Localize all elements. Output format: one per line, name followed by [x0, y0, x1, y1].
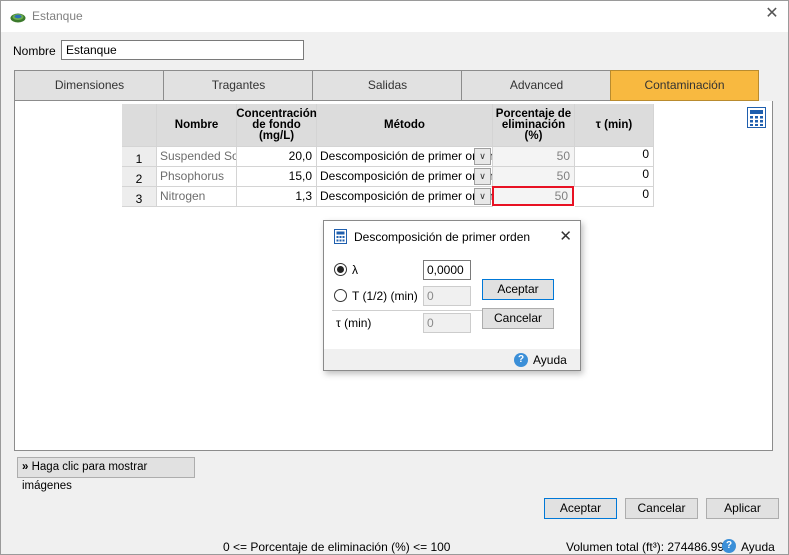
half-life-input[interactable] [423, 286, 471, 306]
lambda-input[interactable] [423, 260, 471, 280]
chevron-down-icon[interactable]: ∨ [474, 168, 491, 185]
tau-label: τ (min) [336, 316, 372, 330]
half-life-label: T (1/2) (min) [352, 289, 418, 303]
method-select[interactable]: Descomposición de primer orden ∨ [317, 147, 493, 167]
concentration-cell[interactable]: 15,0 [237, 167, 317, 187]
tab-tragantes[interactable]: Tragantes [163, 70, 313, 101]
row-number: 2 [122, 167, 157, 187]
tab-advanced[interactable]: Advanced [461, 70, 611, 101]
header-nombre: Nombre [157, 104, 237, 147]
tau-input[interactable] [423, 313, 471, 333]
dialog-help-link[interactable]: Ayuda [533, 353, 567, 367]
dialog-separator [332, 310, 492, 311]
pollutant-name: Suspended Soli [157, 147, 237, 167]
method-value: Descomposición de primer orden [320, 149, 493, 163]
method-value: Descomposición de primer orden [320, 189, 493, 203]
half-life-radio[interactable] [334, 289, 347, 302]
removal-percent-cell-invalid[interactable]: 50 [492, 186, 574, 206]
table-corner [122, 104, 157, 147]
pollutant-name: Nitrogen [157, 187, 237, 207]
volume-status: Volumen total (ft³): 274486.998 [566, 540, 731, 554]
storage-unit-icon [10, 13, 26, 23]
help-link[interactable]: Ayuda [741, 540, 775, 554]
dialog-footer: ? Ayuda [324, 349, 580, 370]
pollutant-name: Phsophorus [157, 167, 237, 187]
tab-contaminacion[interactable]: Contaminación [610, 70, 759, 101]
ok-button[interactable]: Aceptar [544, 498, 617, 519]
help-icon[interactable]: ? [514, 353, 528, 367]
header-metodo: Método [317, 104, 493, 147]
dialog-cancel-button[interactable]: Cancelar [482, 308, 554, 329]
show-images-label: Haga clic para mostrar imágenes [22, 461, 148, 492]
dialog-title-bar: Descomposición de primer orden ✕ [324, 221, 580, 251]
chevron-down-icon[interactable]: ∨ [474, 148, 491, 165]
concentration-cell[interactable]: 1,3 [237, 187, 317, 207]
tab-salidas[interactable]: Salidas [312, 70, 462, 101]
concentration-cell[interactable]: 20,0 [237, 147, 317, 167]
name-input[interactable] [61, 40, 304, 60]
tau-cell[interactable]: 0 [575, 167, 654, 187]
title-bar: Estanque ✕ [1, 1, 788, 32]
cancel-button[interactable]: Cancelar [625, 498, 698, 519]
calculator-icon [334, 229, 347, 244]
close-icon[interactable]: ✕ [764, 6, 780, 22]
header-concentracion: Concentración de fondo (mg/L) [236, 104, 317, 147]
header-tau: τ (min) [575, 104, 654, 147]
row-number: 1 [122, 147, 157, 167]
double-chevron-down-icon: » [22, 461, 29, 473]
close-icon[interactable]: ✕ [559, 227, 572, 245]
removal-percent-cell[interactable]: 50 [493, 147, 575, 167]
help-icon[interactable]: ? [722, 539, 736, 553]
lambda-radio[interactable] [334, 263, 347, 276]
apply-button[interactable]: Aplicar [706, 498, 779, 519]
lambda-label: λ [352, 263, 358, 277]
decay-dialog: Descomposición de primer orden ✕ λ T (1/… [323, 220, 581, 371]
method-select[interactable]: Descomposición de primer orden ∨ [317, 167, 493, 187]
removal-percent-cell[interactable]: 50 [493, 167, 575, 187]
dialog-ok-button[interactable]: Aceptar [482, 279, 554, 300]
constraint-status: 0 <= Porcentaje de eliminación (%) <= 10… [223, 540, 451, 554]
dialog-title: Descomposición de primer orden [354, 230, 531, 244]
row-number: 3 [122, 187, 157, 207]
tau-cell[interactable]: 0 [575, 187, 654, 207]
name-label: Nombre [13, 44, 56, 58]
tab-strip: Dimensiones Tragantes Salidas Advanced C… [14, 70, 773, 101]
dialog-body: λ T (1/2) (min) τ (min) Aceptar Cancelar [324, 251, 580, 349]
tab-dimensiones[interactable]: Dimensiones [14, 70, 164, 101]
properties-window: Estanque ✕ Nombre Dimensiones Tragantes … [0, 0, 789, 555]
calculator-icon[interactable] [747, 107, 766, 128]
method-select[interactable]: Descomposición de primer orden ∨ [317, 187, 493, 207]
chevron-down-icon[interactable]: ∨ [474, 188, 491, 205]
method-value: Descomposición de primer orden [320, 169, 493, 183]
tau-cell[interactable]: 0 [575, 147, 654, 167]
window-title: Estanque [32, 9, 83, 23]
show-images-button[interactable]: » Haga clic para mostrar imágenes [17, 457, 195, 492]
header-porcentaje: Porcentaje de eliminación (%) [493, 104, 575, 147]
